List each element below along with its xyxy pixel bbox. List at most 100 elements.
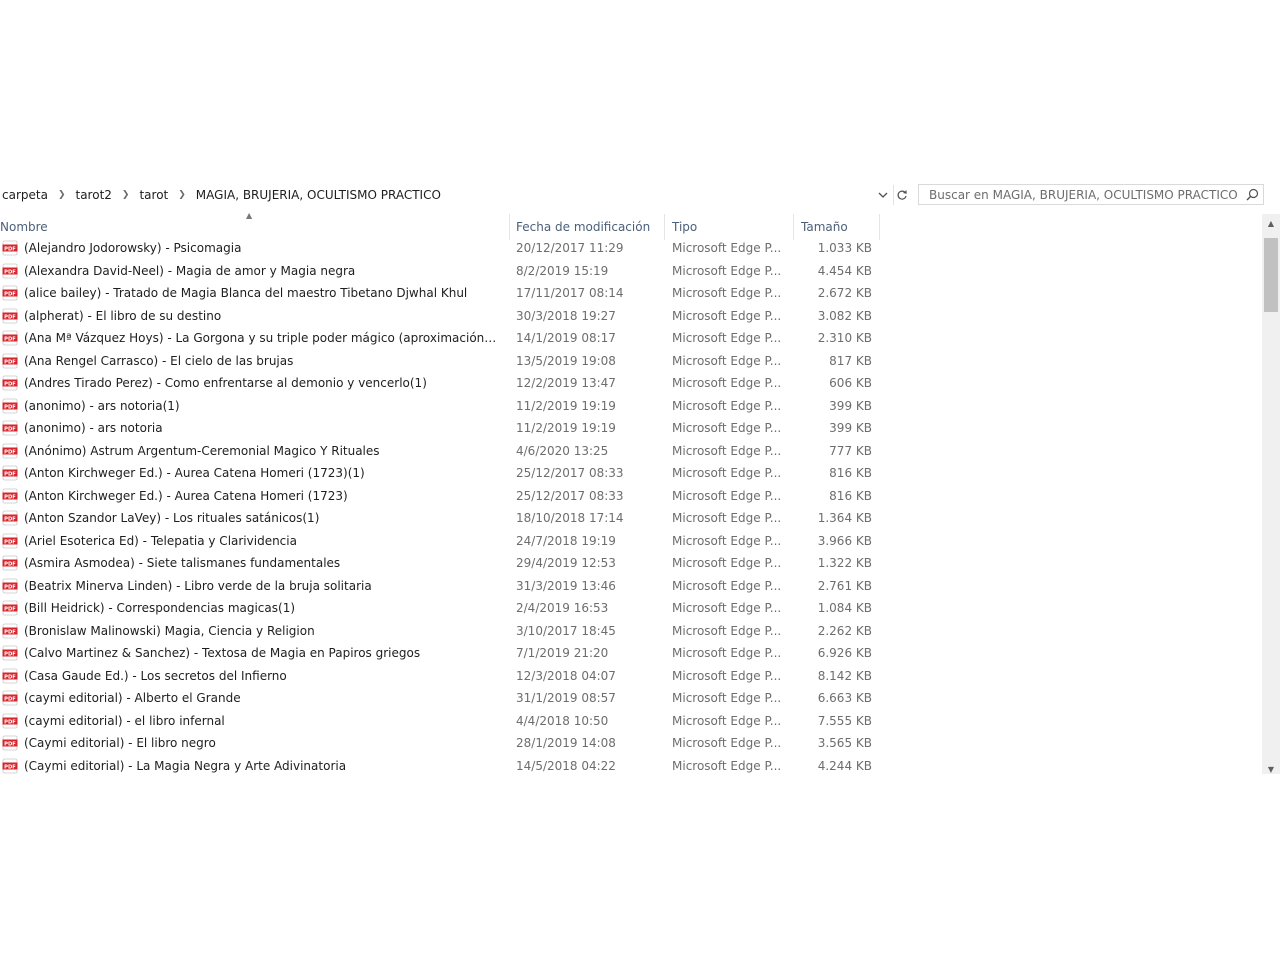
file-name-cell[interactable]: PDF (Caymi editorial) - La Magia Negra y … xyxy=(0,755,500,778)
file-name-cell[interactable]: PDF (Alejandro Jodorowsky) - Psicomagia xyxy=(0,237,500,260)
file-name-cell[interactable]: PDF (Asmira Asmodea) - Siete talismanes f… xyxy=(0,552,500,575)
file-row[interactable]: PDF (Ana Rengel Carrasco) - El cielo de l… xyxy=(0,350,900,373)
file-size: 6.663 KB xyxy=(817,691,872,706)
file-name: (Bronislaw Malinowski) Magia, Ciencia y … xyxy=(24,623,315,638)
svg-text:PDF: PDF xyxy=(4,427,16,433)
file-name-cell[interactable]: PDF (caymi editorial) - el libro infernal xyxy=(0,710,500,733)
breadcrumb-tarot2[interactable]: tarot2 xyxy=(74,188,114,202)
file-name-cell[interactable]: PDF (Casa Gaude Ed.) - Los secretos del I… xyxy=(0,665,500,688)
file-row[interactable]: PDF (Beatrix Minerva Linden) - Libro verd… xyxy=(0,575,900,598)
pdf-file-icon: PDF xyxy=(2,758,18,774)
chevron-right-icon[interactable]: ❯ xyxy=(114,190,138,200)
chevron-down-icon[interactable] xyxy=(875,185,891,205)
file-type: Microsoft Edge P... xyxy=(672,308,782,323)
file-row[interactable]: PDF (alpherat) - El libro de su destino 30… xyxy=(0,305,900,328)
svg-text:PDF: PDF xyxy=(4,517,16,523)
file-row[interactable]: PDF (Ariel Esoterica Ed) - Telepatia y Cl… xyxy=(0,530,900,553)
file-name-cell[interactable]: PDF (anonimo) - ars notoria xyxy=(0,417,500,440)
file-name: (Alexandra David-Neel) - Magia de amor y… xyxy=(24,263,356,278)
file-name-cell[interactable]: PDF (caymi editorial) - Alberto el Grande xyxy=(0,687,500,710)
svg-text:PDF: PDF xyxy=(4,539,16,545)
file-row[interactable]: PDF (Anton Szandor LaVey) - Los rituales … xyxy=(0,507,900,530)
svg-text:PDF: PDF xyxy=(4,269,16,275)
file-row[interactable]: PDF (Andres Tirado Perez) - Como enfrenta… xyxy=(0,372,900,395)
refresh-icon[interactable] xyxy=(893,185,910,205)
svg-text:PDF: PDF xyxy=(4,359,16,365)
file-size: 2.672 KB xyxy=(817,286,872,301)
file-name-cell[interactable]: PDF (Ana Mª Vázquez Hoys) - La Gorgona y … xyxy=(0,327,500,350)
file-name-cell[interactable]: PDF (Bill Heidrick) - Correspondencias ma… xyxy=(0,597,500,620)
file-name-cell[interactable]: PDF (Caymi editorial) - El libro negro xyxy=(0,732,500,755)
file-name-cell[interactable]: PDF (Anton Kirchweger Ed.) - Aurea Catena… xyxy=(0,485,500,508)
breadcrumb-tarot[interactable]: tarot xyxy=(137,188,170,202)
file-name-cell[interactable]: PDF (Anton Kirchweger Ed.) - Aurea Catena… xyxy=(0,462,500,485)
file-name-cell[interactable]: PDF (Anónimo) Astrum Argentum-Ceremonial … xyxy=(0,440,500,463)
file-name: (caymi editorial) - el libro infernal xyxy=(24,713,225,728)
file-row[interactable]: PDF (Calvo Martinez & Sanchez) - Textosa … xyxy=(0,642,900,665)
file-date: 3/10/2017 18:45 xyxy=(516,623,616,638)
file-name: (alpherat) - El libro de su destino xyxy=(24,308,222,323)
file-name-cell[interactable]: PDF (anonimo) - ars notoria(1) xyxy=(0,395,500,418)
search-box[interactable] xyxy=(918,184,1264,205)
file-row[interactable]: PDF (Alejandro Jodorowsky) - Psicomagia 20… xyxy=(0,237,900,260)
file-type: Microsoft Edge P... xyxy=(672,398,782,413)
file-size: 3.565 KB xyxy=(817,736,872,751)
scroll-down-icon[interactable]: ▼ xyxy=(1262,764,1280,774)
scrollbar-thumb[interactable] xyxy=(1264,238,1278,312)
file-date: 25/12/2017 08:33 xyxy=(516,488,624,503)
pdf-file-icon: PDF xyxy=(2,600,18,616)
pdf-file-icon: PDF xyxy=(2,353,18,369)
file-name: (Anton Szandor LaVey) - Los rituales sat… xyxy=(24,511,320,526)
column-header-date-label: Fecha de modificación xyxy=(516,220,651,234)
file-row[interactable]: PDF (caymi editorial) - Alberto el Grande… xyxy=(0,687,900,710)
file-name-cell[interactable]: PDF (Beatrix Minerva Linden) - Libro verd… xyxy=(0,575,500,598)
file-name: (Andres Tirado Perez) - Como enfrentarse… xyxy=(24,376,427,391)
file-row[interactable]: PDF (Caymi editorial) - La Magia Negra y … xyxy=(0,755,900,778)
file-type: Microsoft Edge P... xyxy=(672,376,782,391)
svg-text:PDF: PDF xyxy=(4,742,16,748)
breadcrumb-current-folder[interactable]: MAGIA, BRUJERIA, OCULTISMO PRACTICO xyxy=(194,188,443,202)
file-name-cell[interactable]: PDF (Alexandra David-Neel) - Magia de amo… xyxy=(0,260,500,283)
file-name-cell[interactable]: PDF (Ariel Esoterica Ed) - Telepatia y Cl… xyxy=(0,530,500,553)
file-name-cell[interactable]: PDF (Andres Tirado Perez) - Como enfrenta… xyxy=(0,372,500,395)
scroll-up-icon[interactable]: ▲ xyxy=(1262,214,1280,232)
svg-text:PDF: PDF xyxy=(4,314,16,320)
file-date: 14/1/2019 08:17 xyxy=(516,331,616,346)
pdf-file-icon: PDF xyxy=(2,285,18,301)
file-row[interactable]: PDF (caymi editorial) - el libro infernal… xyxy=(0,710,900,733)
file-date: 13/5/2019 19:08 xyxy=(516,353,616,368)
file-row[interactable]: PDF (Anton Kirchweger Ed.) - Aurea Catena… xyxy=(0,462,900,485)
file-row[interactable]: PDF (Bronislaw Malinowski) Magia, Ciencia… xyxy=(0,620,900,643)
file-type: Microsoft Edge P... xyxy=(672,353,782,368)
search-input[interactable] xyxy=(919,186,1241,203)
pdf-file-icon: PDF xyxy=(2,330,18,346)
breadcrumb-carpeta[interactable]: carpeta xyxy=(0,188,50,202)
chevron-right-icon[interactable]: ❯ xyxy=(170,190,194,200)
file-row[interactable]: PDF (Casa Gaude Ed.) - Los secretos del I… xyxy=(0,665,900,688)
file-name-cell[interactable]: PDF (Ana Rengel Carrasco) - El cielo de l… xyxy=(0,350,500,373)
file-name-cell[interactable]: PDF (Calvo Martinez & Sanchez) - Textosa … xyxy=(0,642,500,665)
vertical-scrollbar[interactable]: ▲ ▼ xyxy=(1262,214,1280,774)
file-row[interactable]: PDF (Ana Mª Vázquez Hoys) - La Gorgona y … xyxy=(0,327,900,350)
address-bar[interactable]: carpeta ❯ tarot2 ❯ tarot ❯ MAGIA, BRUJER… xyxy=(0,184,910,206)
search-icon[interactable] xyxy=(1241,185,1263,204)
file-name-cell[interactable]: PDF (alice bailey) - Tratado de Magia Bla… xyxy=(0,282,500,305)
chevron-right-icon[interactable]: ❯ xyxy=(50,190,74,200)
file-row[interactable]: PDF (Caymi editorial) - El libro negro 28/… xyxy=(0,732,900,755)
svg-text:PDF: PDF xyxy=(4,472,16,478)
file-row[interactable]: PDF (Anónimo) Astrum Argentum-Ceremonial … xyxy=(0,440,900,463)
file-name-cell[interactable]: PDF (Anton Szandor LaVey) - Los rituales … xyxy=(0,507,500,530)
file-name-cell[interactable]: PDF (alpherat) - El libro de su destino xyxy=(0,305,500,328)
file-row[interactable]: PDF (Anton Kirchweger Ed.) - Aurea Catena… xyxy=(0,485,900,508)
file-date: 29/4/2019 12:53 xyxy=(516,556,616,571)
file-row[interactable]: PDF (Asmira Asmodea) - Siete talismanes f… xyxy=(0,552,900,575)
file-row[interactable]: PDF (alice bailey) - Tratado de Magia Bla… xyxy=(0,282,900,305)
file-type: Microsoft Edge P... xyxy=(672,263,782,278)
file-row[interactable]: PDF (Alexandra David-Neel) - Magia de amo… xyxy=(0,260,900,283)
file-name: (caymi editorial) - Alberto el Grande xyxy=(24,691,241,706)
file-row[interactable]: PDF (anonimo) - ars notoria(1) 11/2/2019 1… xyxy=(0,395,900,418)
file-name: (Ariel Esoterica Ed) - Telepatia y Clari… xyxy=(24,533,297,548)
file-row[interactable]: PDF (anonimo) - ars notoria 11/2/2019 19:1… xyxy=(0,417,900,440)
file-row[interactable]: PDF (Bill Heidrick) - Correspondencias ma… xyxy=(0,597,900,620)
file-name-cell[interactable]: PDF (Bronislaw Malinowski) Magia, Ciencia… xyxy=(0,620,500,643)
